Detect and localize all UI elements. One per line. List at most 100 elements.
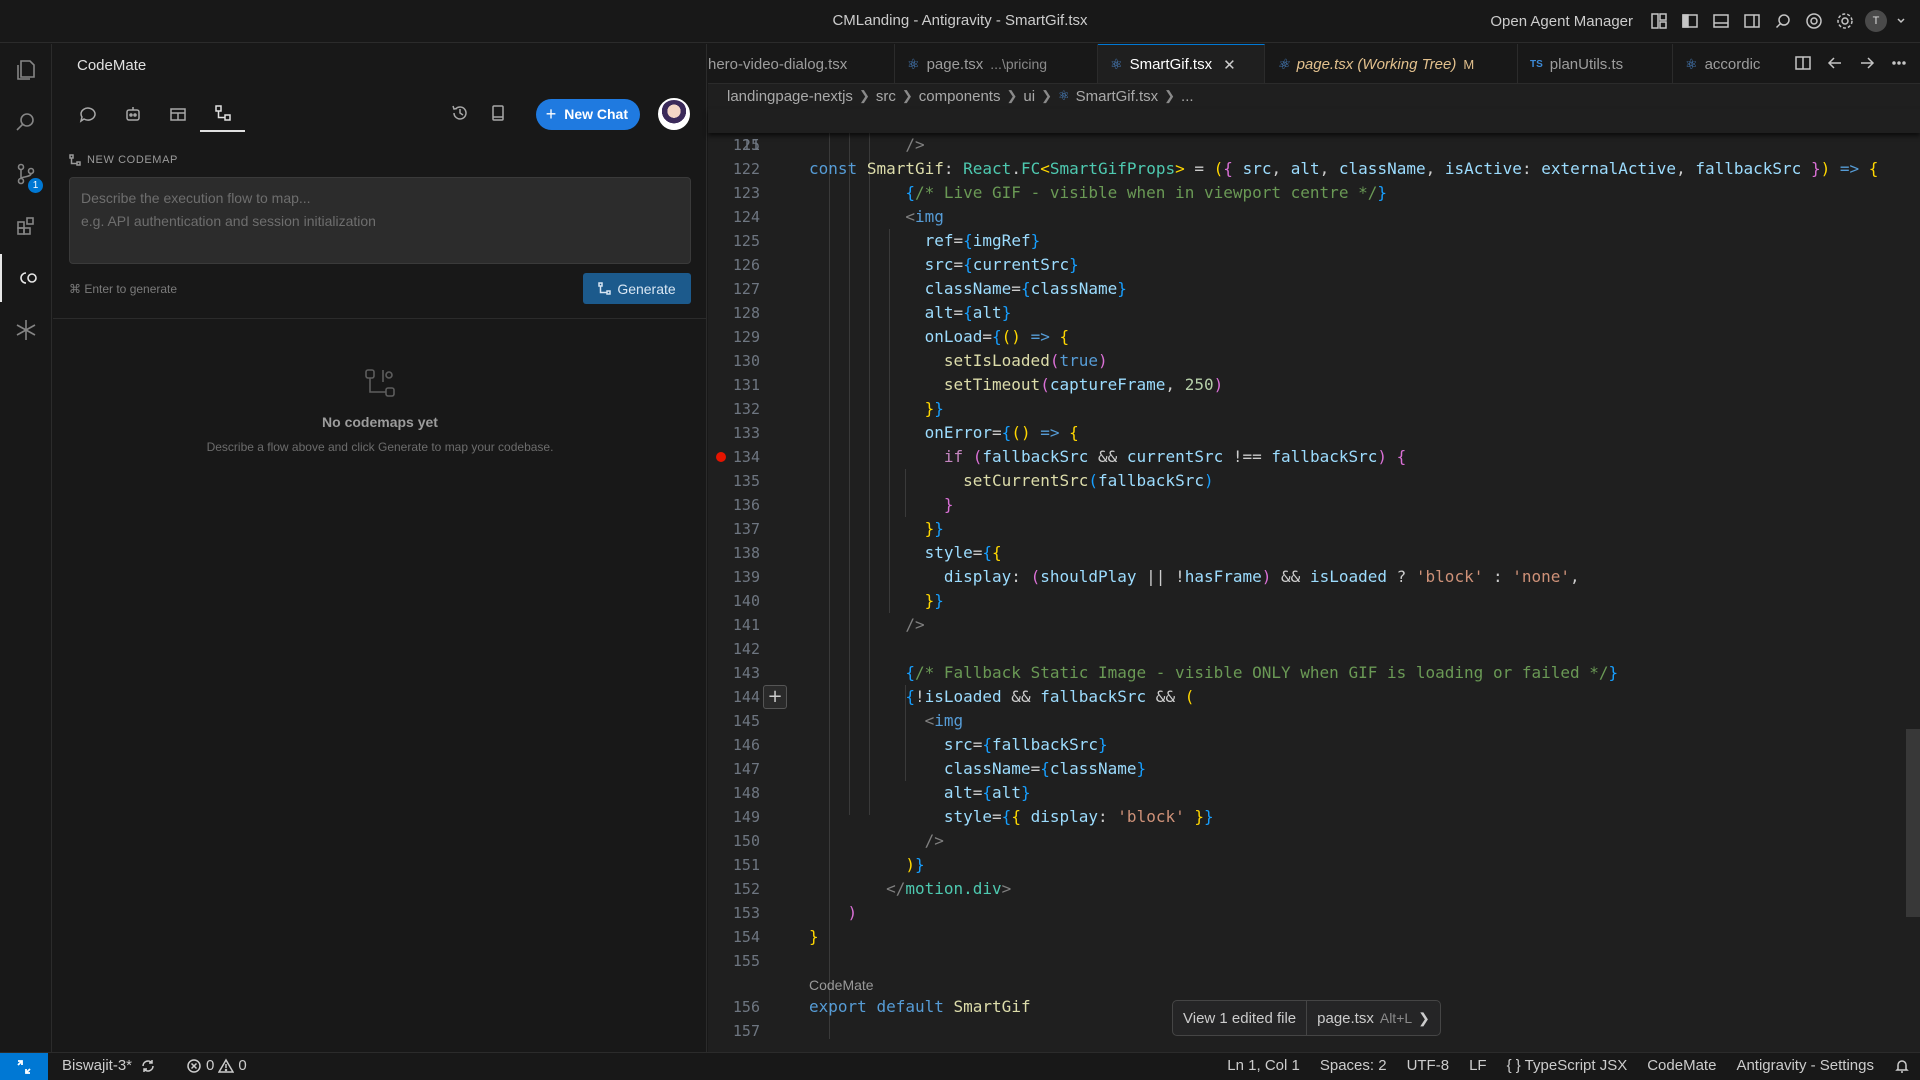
code-line: {/* Fallback Static Image - visible ONLY… bbox=[905, 663, 1619, 682]
input-placeholder: Describe the execution flow to map... bbox=[81, 190, 311, 206]
codemate-panel: CodeMate + New Chat NEW CODEMAP Describe … bbox=[53, 44, 707, 1052]
title-bar-actions: Open Agent Manager T bbox=[1490, 9, 1906, 33]
generate-button[interactable]: Generate bbox=[583, 273, 691, 304]
more-actions-icon[interactable] bbox=[1890, 54, 1908, 75]
source-control-icon[interactable]: 1 bbox=[0, 150, 52, 198]
execution-flow-input[interactable]: Describe the execution flow to map... e.… bbox=[69, 177, 691, 264]
breadcrumb-item[interactable]: landingpage-nextjs bbox=[727, 88, 853, 105]
toggle-secondary-sidebar-icon[interactable] bbox=[1741, 10, 1763, 32]
code-line: /> bbox=[905, 615, 925, 634]
react-file-icon: ⚛ bbox=[907, 55, 920, 72]
encoding[interactable]: UTF-8 bbox=[1407, 1057, 1450, 1074]
code-line: src={currentSrc} bbox=[924, 255, 1079, 274]
code-editor[interactable]: 15 const SmartGif: React.FC<SmartGifProp… bbox=[708, 109, 1920, 1049]
codemate-status[interactable]: CodeMate bbox=[1647, 1057, 1716, 1074]
tab-label: page.tsx (Working Tree) bbox=[1296, 55, 1457, 73]
line-number: 134 bbox=[732, 448, 760, 466]
codemap-tab-icon[interactable] bbox=[200, 96, 245, 132]
plus-icon: + bbox=[545, 104, 557, 124]
code-line: } bbox=[943, 495, 954, 514]
code-line: {/* Live GIF - visible when in viewport … bbox=[905, 183, 1387, 202]
tab-page-pricing[interactable]: ⚛ page.tsx ...\pricing bbox=[895, 44, 1098, 83]
panel-title: CodeMate bbox=[77, 57, 147, 74]
code-line: </motion.div> bbox=[886, 879, 1012, 898]
codemate-icon[interactable] bbox=[0, 254, 52, 302]
book-icon[interactable] bbox=[488, 103, 508, 126]
chevron-right-icon: ❯ bbox=[1006, 88, 1018, 103]
split-editor-icon[interactable] bbox=[1794, 54, 1812, 75]
open-agent-manager-link[interactable]: Open Agent Manager bbox=[1490, 13, 1633, 30]
tab-hero-video-dialog[interactable]: hero-video-dialog.tsx bbox=[708, 44, 895, 83]
asterisk-icon[interactable] bbox=[0, 306, 52, 354]
user-avatar[interactable] bbox=[658, 98, 690, 130]
code-line: } bbox=[809, 927, 819, 946]
breadcrumb-item[interactable]: components bbox=[919, 88, 1001, 105]
files-icon[interactable] bbox=[0, 46, 52, 94]
tab-page-working-tree[interactable]: ⚛ page.tsx (Working Tree) M bbox=[1265, 44, 1518, 83]
bell-icon[interactable] bbox=[1894, 1057, 1910, 1074]
line-number: 149 bbox=[732, 808, 760, 826]
language-mode[interactable]: { } TypeScript JSX bbox=[1507, 1057, 1628, 1074]
chat-tab-icon[interactable] bbox=[65, 96, 110, 132]
toggle-primary-sidebar-icon[interactable] bbox=[1679, 10, 1701, 32]
arrow-left-icon[interactable] bbox=[1826, 54, 1844, 75]
tab-planutils[interactable]: TS planUtils.ts bbox=[1518, 44, 1673, 83]
extensions-icon[interactable] bbox=[0, 202, 52, 250]
problems-indicator[interactable]: 0 0 bbox=[186, 1057, 247, 1074]
line-number: 15 bbox=[741, 136, 760, 154]
new-chat-label: New Chat bbox=[564, 106, 628, 122]
line-number: 148 bbox=[732, 784, 760, 802]
empty-state-title: No codemaps yet bbox=[322, 414, 438, 430]
line-number: 137 bbox=[732, 520, 760, 538]
breadcrumb: landingpage-nextjs ❯ src ❯ components ❯ ui ❯… bbox=[727, 85, 1194, 107]
new-chat-button[interactable]: + New Chat bbox=[535, 98, 640, 130]
search-icon[interactable] bbox=[0, 98, 52, 146]
cursor-position[interactable]: Ln 1, Col 1 bbox=[1227, 1057, 1300, 1074]
chevron-down-icon[interactable] bbox=[1896, 10, 1906, 32]
line-number: 128 bbox=[732, 304, 760, 322]
view-edited-files-button[interactable]: View 1 edited file bbox=[1173, 1001, 1306, 1035]
breadcrumb-item[interactable]: ui bbox=[1023, 88, 1035, 105]
line-number: 151 bbox=[732, 856, 760, 874]
branch-name[interactable]: Biswajit-3* bbox=[62, 1057, 132, 1074]
settings-status[interactable]: Antigravity - Settings bbox=[1736, 1057, 1874, 1074]
tab-smartgif[interactable]: ⚛ SmartGif.tsx ✕ bbox=[1098, 44, 1265, 83]
end-of-line[interactable]: LF bbox=[1469, 1057, 1487, 1074]
vertical-scrollbar[interactable] bbox=[1906, 729, 1920, 917]
open-edited-file-button[interactable]: page.tsx Alt+L ❯ bbox=[1306, 1001, 1440, 1035]
breadcrumb-item[interactable]: SmartGif.tsx bbox=[1076, 88, 1159, 105]
close-icon[interactable]: ✕ bbox=[1223, 56, 1236, 74]
breadcrumb-item[interactable]: src bbox=[876, 88, 896, 105]
toggle-panel-icon[interactable] bbox=[1710, 10, 1732, 32]
history-icon[interactable] bbox=[450, 103, 470, 126]
sticky-scroll-header[interactable]: 15 const SmartGif: React.FC<SmartGifProp… bbox=[708, 109, 1920, 178]
codemap-icon bbox=[598, 282, 612, 295]
account-avatar[interactable]: T bbox=[1865, 10, 1887, 32]
code-line: /> bbox=[905, 135, 925, 154]
sync-icon[interactable] bbox=[140, 1057, 156, 1074]
codemap-icon bbox=[69, 154, 81, 166]
react-file-icon: ⚛ bbox=[1110, 56, 1123, 72]
agent-tab-icon[interactable] bbox=[110, 96, 155, 132]
search-icon[interactable] bbox=[1772, 10, 1794, 32]
tab-label: page.tsx bbox=[926, 55, 984, 73]
remote-indicator-icon[interactable] bbox=[0, 1053, 48, 1080]
tab-description: ...\pricing bbox=[990, 56, 1048, 72]
add-icon[interactable]: + bbox=[763, 685, 787, 709]
store-tab-icon[interactable] bbox=[155, 96, 200, 132]
line-number: 150 bbox=[732, 832, 760, 850]
breadcrumb-item[interactable]: ... bbox=[1181, 88, 1194, 105]
codelens-codemate[interactable]: CodeMate bbox=[809, 977, 874, 993]
arrow-right-icon[interactable] bbox=[1858, 54, 1876, 75]
code-line: ) bbox=[847, 903, 858, 922]
chevron-right-icon: ❯ bbox=[858, 88, 870, 103]
typescript-file-icon: TS bbox=[1530, 58, 1543, 70]
browser-icon[interactable] bbox=[1803, 10, 1825, 32]
layout-customize-icon[interactable] bbox=[1648, 10, 1670, 32]
line-number: 135 bbox=[732, 472, 760, 490]
line-number: 155 bbox=[732, 952, 760, 970]
gear-icon[interactable] bbox=[1834, 10, 1856, 32]
line-number: 132 bbox=[732, 400, 760, 418]
code-line: className={className} bbox=[924, 279, 1127, 298]
indentation[interactable]: Spaces: 2 bbox=[1320, 1057, 1387, 1074]
